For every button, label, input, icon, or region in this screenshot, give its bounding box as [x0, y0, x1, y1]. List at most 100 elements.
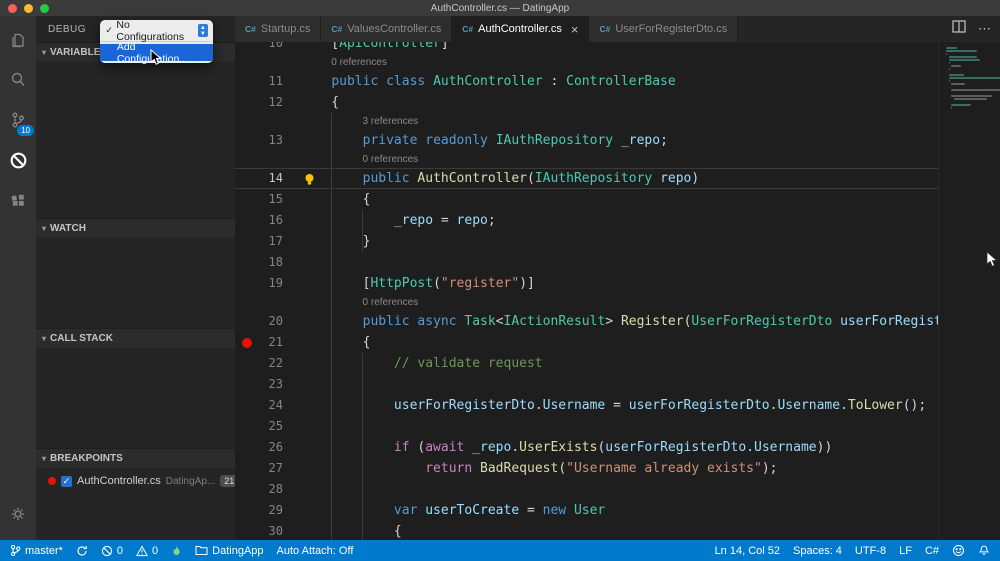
code-line[interactable]: 28 — [235, 479, 1000, 500]
line-number[interactable]: 13 — [269, 133, 283, 147]
status-lf[interactable]: LF — [899, 545, 912, 557]
status-master[interactable]: master* — [10, 544, 63, 557]
codelens-references[interactable]: 0 references — [235, 294, 1000, 311]
codelens-references[interactable]: 3 references — [235, 113, 1000, 130]
tab-authcontroller-cs[interactable]: C# AuthController.cs × — [452, 16, 590, 42]
line-number[interactable]: 14 — [269, 171, 283, 185]
status-spaces-4[interactable]: Spaces: 4 — [793, 545, 842, 557]
line-number[interactable]: 29 — [269, 503, 283, 517]
code-line[interactable]: 20 public async Task<IActionResult> Regi… — [235, 311, 1000, 332]
line-number[interactable]: 26 — [269, 440, 283, 454]
minimize-window-button[interactable] — [24, 4, 33, 13]
line-gutter[interactable]: 16 — [235, 210, 300, 231]
explorer-icon[interactable] — [0, 20, 36, 60]
minimap[interactable] — [938, 42, 1000, 540]
line-gutter[interactable]: 30 — [235, 521, 300, 540]
checkbox-checked-icon[interactable]: ✓ — [61, 475, 72, 487]
code-line[interactable]: 18 — [235, 252, 1000, 273]
line-gutter[interactable]: 20 — [235, 311, 300, 332]
line-number[interactable]: 19 — [269, 276, 283, 290]
section-header-watch[interactable]: ▾ WATCH — [36, 218, 235, 238]
code-line[interactable]: 10 [ApiController] — [235, 42, 1000, 54]
line-gutter[interactable]: 19 — [235, 273, 300, 294]
line-gutter[interactable]: 26 — [235, 437, 300, 458]
code-line[interactable]: 17 } — [235, 231, 1000, 252]
zoom-window-button[interactable] — [40, 4, 49, 13]
line-gutter[interactable]: 13 — [235, 130, 300, 151]
source-control-icon[interactable]: 10 — [0, 100, 36, 140]
code-area[interactable]: 10 [ApiController] 0 references 11 public … — [235, 42, 1000, 540]
code-line[interactable]: 15 { — [235, 189, 1000, 210]
line-number[interactable]: 17 — [269, 234, 283, 248]
line-gutter[interactable]: 27 — [235, 458, 300, 479]
status-0[interactable]: 0 — [101, 545, 123, 557]
line-gutter[interactable]: 23 — [235, 374, 300, 395]
codelens-references[interactable]: 0 references — [235, 54, 1000, 71]
line-gutter[interactable]: 15 — [235, 189, 300, 210]
code-line[interactable]: 26 if (await _repo.UserExists(userForReg… — [235, 437, 1000, 458]
code-line[interactable]: 24 userForRegisterDto.Username = userFor… — [235, 395, 1000, 416]
code-line[interactable]: 21 { — [235, 332, 1000, 353]
breakpoint-icon[interactable] — [242, 338, 252, 348]
status-sync-icon[interactable] — [76, 545, 88, 557]
search-icon[interactable] — [0, 60, 36, 100]
status-datingapp[interactable]: DatingApp — [195, 545, 264, 557]
line-gutter[interactable]: 14 — [235, 168, 300, 189]
status-0[interactable]: 0 — [136, 545, 158, 557]
code-line[interactable]: 19 [HttpPost("register")] — [235, 273, 1000, 294]
line-number[interactable]: 23 — [269, 377, 283, 391]
code-line[interactable]: 23 — [235, 374, 1000, 395]
more-actions-icon[interactable]: ⋯ — [978, 21, 992, 37]
status-c[interactable]: C# — [925, 545, 939, 557]
line-gutter[interactable]: 28 — [235, 479, 300, 500]
line-number[interactable]: 10 — [269, 42, 283, 50]
code-line[interactable]: 14 public AuthController(IAuthRepository… — [235, 168, 1000, 189]
line-number[interactable]: 30 — [269, 524, 283, 538]
section-header-call-stack[interactable]: ▾ CALL STACK — [36, 328, 235, 348]
line-number[interactable]: 25 — [269, 419, 283, 433]
split-editor-icon[interactable] — [952, 20, 966, 38]
breakpoint-item[interactable]: ✓ AuthController.cs DatingAp... 21 — [36, 470, 239, 492]
line-gutter[interactable]: 10 — [235, 42, 300, 54]
code-line[interactable]: 25 — [235, 416, 1000, 437]
line-number[interactable]: 12 — [269, 95, 283, 109]
line-number[interactable]: 27 — [269, 461, 283, 475]
status-utf-8[interactable]: UTF-8 — [855, 545, 886, 557]
line-number[interactable]: 15 — [269, 192, 283, 206]
status-smiley-icon[interactable] — [952, 544, 965, 557]
line-number[interactable]: 11 — [269, 74, 283, 88]
status-ln-14-col-52[interactable]: Ln 14, Col 52 — [715, 545, 780, 557]
close-icon[interactable]: × — [571, 22, 579, 37]
close-window-button[interactable] — [8, 4, 17, 13]
line-number[interactable]: 21 — [269, 335, 283, 349]
line-gutter[interactable]: 21 — [235, 332, 300, 353]
line-number[interactable]: 24 — [269, 398, 283, 412]
code-line[interactable]: 22 // validate request — [235, 353, 1000, 374]
line-gutter[interactable]: 24 — [235, 395, 300, 416]
line-number[interactable]: 22 — [269, 356, 283, 370]
menu-item-add-configuration[interactable]: Add Configuration... — [100, 41, 213, 65]
line-gutter[interactable]: 18 — [235, 252, 300, 273]
line-number[interactable]: 18 — [269, 255, 283, 269]
line-gutter[interactable]: 17 — [235, 231, 300, 252]
section-header-breakpoints[interactable]: ▾ BREAKPOINTS — [36, 448, 235, 468]
line-gutter[interactable]: 25 — [235, 416, 300, 437]
tab-startup-cs[interactable]: C# Startup.cs — [235, 16, 322, 42]
code-line[interactable]: 12 { — [235, 92, 1000, 113]
status-flame-icon[interactable] — [171, 545, 182, 557]
code-line[interactable]: 27 return BadRequest("Username already e… — [235, 458, 1000, 479]
line-gutter[interactable]: 22 — [235, 353, 300, 374]
status-bell-icon[interactable] — [978, 544, 990, 557]
line-gutter[interactable]: 12 — [235, 92, 300, 113]
line-gutter[interactable]: 11 — [235, 71, 300, 92]
code-line[interactable]: 13 private readonly IAuthRepository _rep… — [235, 130, 1000, 151]
tab-userforregisterdto-cs[interactable]: C# UserForRegisterDto.cs — [589, 16, 739, 42]
line-gutter[interactable]: 29 — [235, 500, 300, 521]
title-bar[interactable]: AuthController.cs — DatingApp — [0, 0, 1000, 16]
debug-icon[interactable] — [0, 140, 36, 180]
code-line[interactable]: 11 public class AuthController : Control… — [235, 71, 1000, 92]
menu-item-no-configurations[interactable]: ✓ No Configurations ▲ ▼ — [100, 19, 213, 43]
line-number[interactable]: 20 — [269, 314, 283, 328]
settings-gear-icon[interactable] — [0, 494, 36, 534]
status-auto-attach-off[interactable]: Auto Attach: Off — [277, 545, 354, 557]
